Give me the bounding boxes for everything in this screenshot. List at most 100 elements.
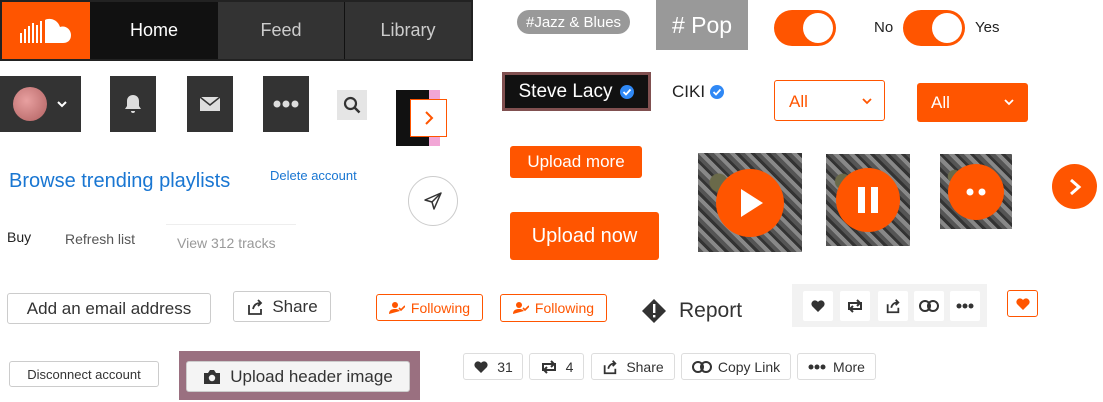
filter-value: All (931, 93, 950, 112)
share-label: Share (272, 296, 318, 316)
carousel-next-button[interactable] (410, 99, 447, 137)
add-email-button[interactable]: Add an email address (7, 293, 211, 324)
messages-button[interactable] (187, 76, 233, 132)
notifications-button[interactable] (110, 76, 156, 132)
filter-dropdown-outline[interactable]: All (774, 80, 885, 121)
link-icon (919, 300, 939, 312)
toggle-yes-no[interactable] (903, 10, 965, 46)
disconnect-account-button[interactable]: Disconnect account (9, 361, 159, 387)
send-icon (424, 192, 442, 210)
reposts-count: 4 (565, 358, 574, 375)
upload-header-label: Upload header image (230, 366, 393, 386)
toggle-off-label: No (874, 19, 894, 36)
upload-now-button[interactable]: Upload now (510, 212, 659, 260)
user-menu-button[interactable] (0, 76, 81, 132)
send-button[interactable] (408, 176, 458, 226)
chevron-right-icon (1069, 178, 1081, 195)
upload-header-image-button[interactable]: Upload header image (186, 361, 410, 392)
toggle-switch[interactable] (774, 10, 836, 46)
pause-icon (858, 187, 878, 213)
toggle-on-label: Yes (975, 19, 1000, 36)
chevron-down-icon (1004, 99, 1014, 106)
report-button[interactable]: Report (641, 297, 742, 325)
warning-icon (642, 299, 666, 323)
report-label: Report (679, 299, 743, 322)
like-button-active[interactable] (1007, 290, 1038, 317)
upload-header-wrapper: Upload header image (179, 351, 420, 400)
tab-refresh-list[interactable]: Refresh list (65, 231, 135, 247)
heart-icon (1015, 297, 1030, 310)
artist-badge-steve-lacy[interactable]: Steve Lacy (502, 72, 651, 111)
link-icon (691, 360, 712, 373)
loading-dots-icon (966, 188, 986, 195)
repost-button[interactable] (840, 291, 870, 321)
view-tracks-button[interactable]: View 312 tracks (166, 224, 296, 262)
heart-icon (474, 360, 488, 373)
search-button[interactable] (337, 90, 367, 120)
more-button[interactable] (950, 291, 980, 321)
share-icon (604, 359, 617, 374)
avatar (12, 87, 47, 121)
upload-more-button[interactable]: Upload more (510, 146, 642, 178)
camera-icon (204, 369, 221, 384)
soundcloud-logo-icon[interactable] (2, 2, 90, 59)
verified-icon (619, 84, 634, 99)
copy-link-label: Copy Link (717, 358, 781, 375)
tab-buy[interactable]: Buy (7, 229, 31, 245)
user-check-icon (388, 301, 405, 314)
share-stat-label: Share (626, 358, 664, 375)
more-options-button[interactable] (263, 76, 309, 132)
search-icon (343, 96, 361, 114)
chevron-right-icon (424, 111, 433, 125)
browse-playlists-link[interactable]: Browse trending playlists (9, 170, 230, 193)
tab-library[interactable]: Library (344, 2, 471, 59)
following-button-hover[interactable]: Following (500, 294, 607, 322)
share-icon (886, 299, 900, 314)
play-button[interactable] (716, 168, 784, 237)
copy-link-button[interactable] (914, 291, 944, 321)
share-button[interactable]: Share (233, 291, 331, 322)
delete-account-link[interactable]: Delete account (270, 168, 357, 183)
likes-stat-button[interactable]: 31 (463, 353, 523, 380)
small-play-button[interactable] (1052, 164, 1097, 209)
artwork-pause-tile[interactable] (826, 154, 910, 246)
mail-icon (199, 96, 221, 111)
chevron-down-icon (862, 98, 872, 105)
share-icon-button[interactable] (878, 291, 908, 321)
chevron-down-icon (56, 101, 67, 108)
tab-home[interactable]: Home (90, 2, 217, 59)
reposts-stat-button[interactable]: 4 (529, 353, 584, 380)
filter-value: All (789, 92, 808, 111)
tag-pop[interactable]: # Pop (656, 0, 748, 50)
filter-dropdown-filled[interactable]: All (917, 83, 1028, 122)
copy-link-stat-button[interactable]: Copy Link (681, 353, 791, 380)
repost-icon (541, 359, 556, 374)
artist-badge-ciki[interactable]: CIKI (672, 81, 725, 103)
repost-icon (848, 299, 862, 313)
artwork-play-tile[interactable] (698, 153, 802, 252)
pause-button[interactable] (836, 168, 900, 232)
following-button[interactable]: Following (376, 294, 483, 321)
more-label: More (833, 358, 865, 375)
more-stat-button[interactable]: More (797, 353, 876, 380)
main-nav: Home Feed Library (0, 0, 473, 61)
tab-feed[interactable]: Feed (217, 2, 344, 59)
likes-count: 31 (497, 358, 513, 375)
like-button[interactable] (803, 291, 833, 321)
artist-name: CIKI (672, 82, 706, 101)
artist-name: Steve Lacy (518, 80, 613, 102)
heart-icon (811, 300, 825, 312)
bell-icon (125, 95, 141, 113)
share-stat-button[interactable]: Share (591, 353, 675, 380)
following-label: Following (410, 299, 471, 316)
more-dots-icon (808, 364, 826, 369)
toggle-knob (932, 13, 962, 43)
tag-jazz-blues[interactable]: #Jazz & Blues (517, 10, 631, 34)
toggle-knob (803, 13, 833, 43)
more-dots-icon (273, 100, 299, 108)
loading-button[interactable] (948, 163, 1004, 220)
play-icon (741, 188, 763, 217)
artwork-loading-tile[interactable] (940, 154, 1012, 229)
action-icon-group (792, 284, 987, 327)
share-icon (248, 298, 263, 315)
